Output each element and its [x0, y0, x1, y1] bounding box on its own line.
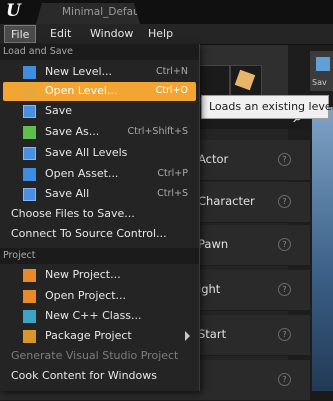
- menu-item-label: New Project...: [45, 268, 121, 281]
- cube-icon: [234, 69, 256, 91]
- save-as-icon: [23, 126, 36, 139]
- menu-item-save-as[interactable]: Save As... Ctrl+Shift+S: [3, 123, 196, 142]
- save-toolbar-button[interactable]: Sav: [310, 51, 333, 91]
- level-tab[interactable]: Minimal_Default: [36, 3, 140, 24]
- open-asset-icon: [23, 168, 36, 181]
- help-icon[interactable]: ?: [278, 283, 291, 296]
- file-menu-dropdown: Load and Save New Level... Ctrl+N Open L…: [0, 44, 200, 391]
- open-level-tooltip: Loads an existing level: [201, 95, 333, 119]
- menu-item-open-asset[interactable]: Open Asset... Ctrl+P: [3, 165, 196, 184]
- new-cpp-class-icon: [23, 310, 36, 323]
- save-icon: [316, 57, 330, 71]
- package-project-icon: [23, 330, 36, 343]
- menu-item-save-all[interactable]: Save All Ctrl+S: [3, 185, 196, 204]
- menu-item-label: Choose Files to Save...: [11, 207, 135, 220]
- menu-item-label: Open Level...: [45, 84, 118, 97]
- menu-item-package-project[interactable]: Package Project: [3, 327, 196, 346]
- help-icon[interactable]: ?: [278, 328, 291, 341]
- place-item-label: Pawn: [198, 237, 229, 251]
- help-icon[interactable]: ?: [278, 195, 291, 208]
- save-all-levels-icon: [23, 147, 36, 160]
- menu-item-choose-files-to-save[interactable]: Choose Files to Save...: [3, 205, 196, 224]
- menu-item-label: Open Asset...: [45, 167, 119, 180]
- menu-item-label: Save As...: [45, 125, 100, 138]
- menu-item-save[interactable]: Save: [3, 102, 196, 121]
- menu-item-shortcut: Ctrl+N: [156, 66, 188, 77]
- section-header-load-save: Load and Save: [0, 44, 199, 60]
- place-item-label: Actor: [198, 152, 229, 166]
- menu-item-cook-content[interactable]: Cook Content for Windows: [3, 367, 196, 386]
- menu-item-generate-vs-project: Generate Visual Studio Project: [3, 347, 196, 366]
- menu-item-shortcut: Ctrl+Shift+S: [127, 126, 188, 137]
- menu-item-label: Package Project: [45, 329, 132, 342]
- menu-edit[interactable]: Edit: [44, 25, 77, 43]
- save-icon: [23, 105, 36, 118]
- level-tab-title: Minimal_Default: [62, 6, 147, 18]
- menu-help[interactable]: Help: [142, 25, 179, 43]
- place-item-label: ight: [198, 282, 221, 296]
- open-project-icon: [23, 290, 36, 303]
- menu-item-new-level[interactable]: New Level... Ctrl+N: [3, 63, 196, 82]
- menu-item-label: Save: [45, 104, 73, 117]
- menu-item-new-project[interactable]: New Project...: [3, 266, 196, 285]
- section-header-project: Project: [0, 248, 199, 264]
- save-all-icon: [23, 188, 36, 201]
- menu-item-save-all-levels[interactable]: Save All Levels: [3, 144, 196, 163]
- unreal-logo-icon: U: [6, 1, 21, 21]
- menu-item-open-project[interactable]: Open Project...: [3, 287, 196, 306]
- menu-item-label: New Level...: [45, 65, 113, 78]
- help-icon[interactable]: ?: [278, 153, 291, 166]
- menu-item-label: Save All Levels: [45, 146, 128, 159]
- menu-file[interactable]: File: [4, 25, 37, 43]
- menu-item-label: New C++ Class...: [45, 309, 142, 322]
- save-toolbar-label: Sav: [312, 78, 327, 87]
- level-viewport[interactable]: [312, 107, 333, 391]
- menu-item-shortcut: Ctrl+S: [157, 188, 188, 199]
- menu-item-label: Save All: [45, 187, 90, 200]
- menu-item-label: Open Project...: [45, 289, 127, 302]
- menu-item-label: Cook Content for Windows: [11, 369, 157, 382]
- submenu-arrow-icon: [185, 331, 190, 341]
- menu-item-label: Connect To Source Control...: [11, 227, 167, 240]
- menu-item-label: Generate Visual Studio Project: [11, 349, 179, 362]
- help-icon[interactable]: ?: [278, 373, 291, 386]
- place-item-label: Character: [198, 194, 255, 208]
- new-project-icon: [23, 269, 36, 282]
- toolbar-thumbnail[interactable]: [198, 65, 230, 99]
- toolbar-thumbnail-2[interactable]: [230, 65, 262, 99]
- menu-window[interactable]: Window: [84, 25, 139, 43]
- menu-item-shortcut: Ctrl+O: [155, 85, 188, 96]
- open-level-icon: [23, 85, 36, 98]
- title-bar: U Minimal_Default: [0, 0, 333, 24]
- menu-bar: File Edit Window Help: [0, 24, 333, 45]
- menu-item-shortcut: Ctrl+P: [157, 168, 188, 179]
- menu-item-new-cpp-class[interactable]: New C++ Class...: [3, 307, 196, 326]
- menu-item-connect-source-control[interactable]: Connect To Source Control...: [3, 225, 196, 244]
- place-item-label: Start: [198, 327, 227, 341]
- help-icon[interactable]: ?: [278, 238, 291, 251]
- new-level-icon: [23, 66, 36, 79]
- menu-item-open-level[interactable]: Open Level... Ctrl+O: [3, 82, 196, 101]
